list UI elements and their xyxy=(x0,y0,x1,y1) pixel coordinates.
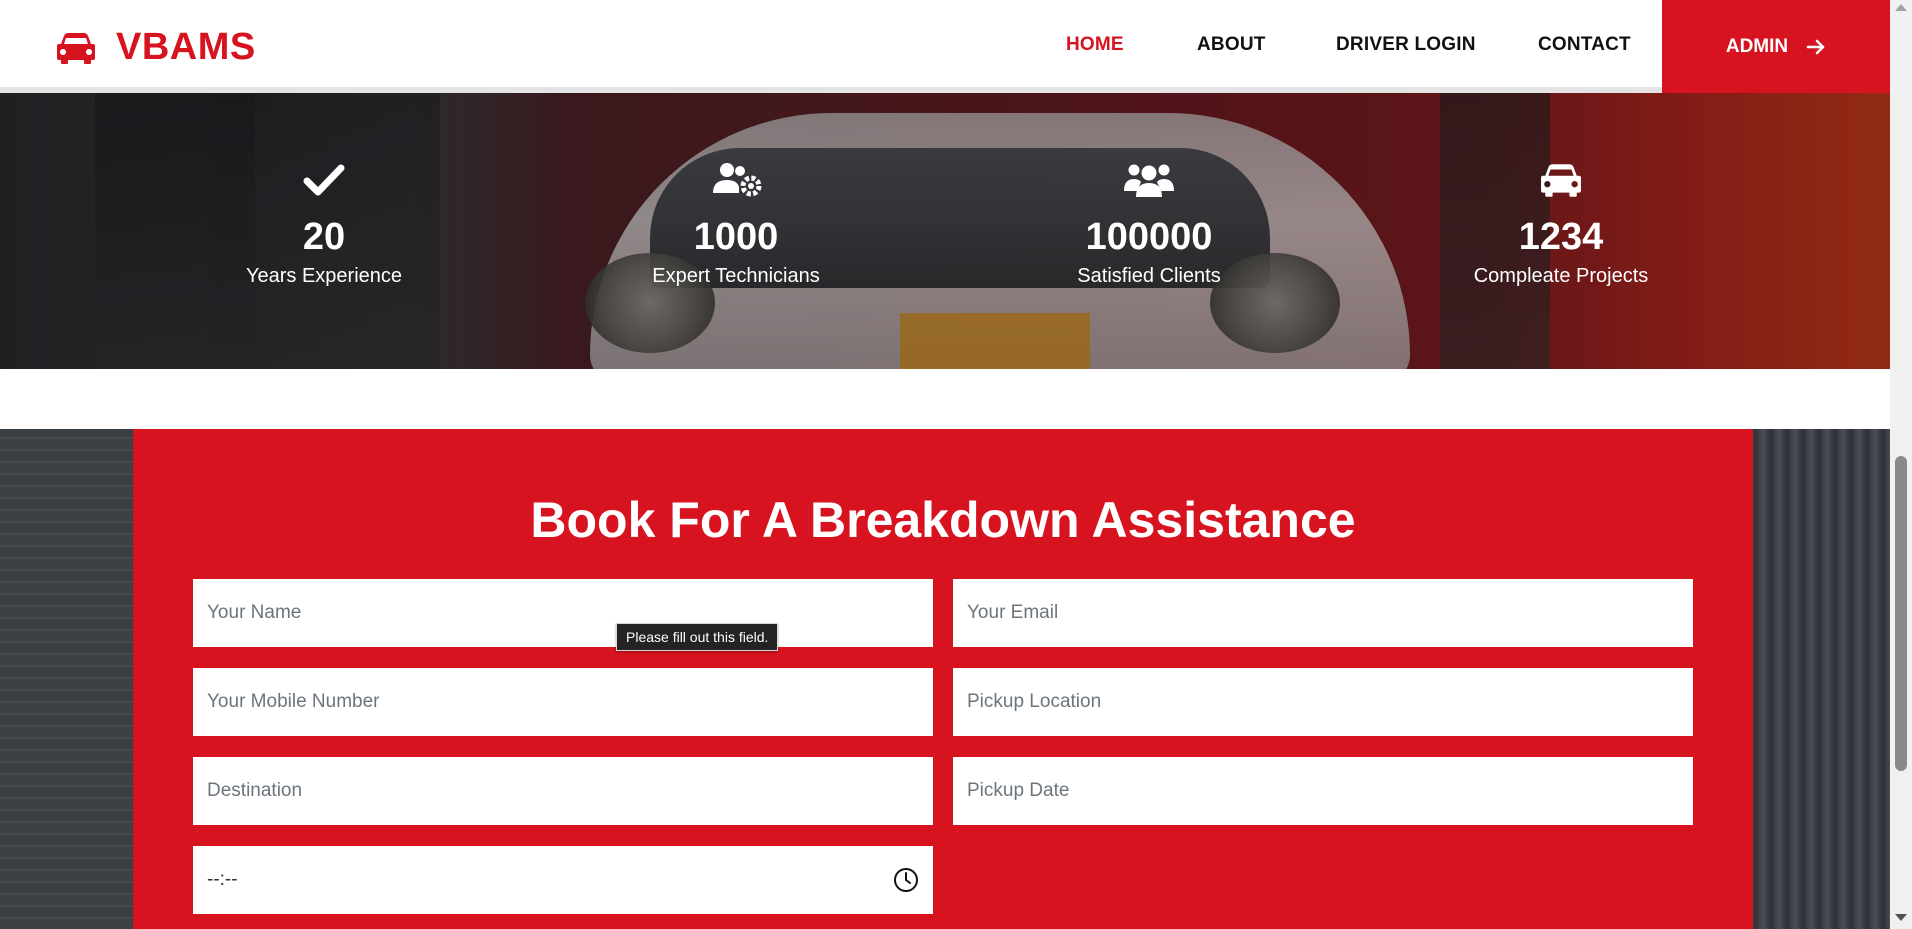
navbar: VBAMS HOME ABOUT DRIVER LOGIN CONTACT AD… xyxy=(0,0,1890,93)
pickup-date-input[interactable] xyxy=(953,757,1693,825)
pickup-location-input[interactable] xyxy=(953,668,1693,736)
scroll-up-arrow-icon[interactable] xyxy=(1895,4,1907,11)
mobile-input[interactable] xyxy=(193,668,933,736)
validation-tooltip: Please fill out this field. xyxy=(616,623,779,651)
admin-label: ADMIN xyxy=(1725,35,1789,57)
stat-number: 20 xyxy=(302,216,346,258)
car-icon xyxy=(1421,160,1701,200)
destination-input[interactable] xyxy=(193,757,933,825)
nav-contact[interactable]: CONTACT xyxy=(1538,34,1631,56)
scrollbar[interactable] xyxy=(1890,0,1912,929)
stat-number: 100000 xyxy=(1085,216,1213,258)
scrollbar-thumb[interactable] xyxy=(1895,456,1907,771)
nav-home[interactable]: HOME xyxy=(1066,34,1124,56)
stat-projects: 1234 Compleate Projects xyxy=(1421,160,1701,288)
email-input[interactable] xyxy=(953,579,1693,647)
pickup-time-input[interactable]: --:-- xyxy=(193,846,933,914)
users-icon xyxy=(1009,160,1289,200)
check-icon xyxy=(184,160,464,200)
stat-label: Compleate Projects xyxy=(1473,265,1649,287)
nav-driver-login[interactable]: DRIVER LOGIN xyxy=(1336,34,1476,56)
arrow-right-icon xyxy=(1806,37,1826,57)
stat-technicians: 1000 Expert Technicians xyxy=(596,160,876,288)
booking-title: Book For A Breakdown Assistance xyxy=(530,492,1356,548)
name-input[interactable] xyxy=(193,579,933,647)
stat-clients: 100000 Satisfied Clients xyxy=(1009,160,1289,288)
stat-label: Expert Technicians xyxy=(652,265,820,287)
scroll-down-arrow-icon[interactable] xyxy=(1895,914,1907,921)
brand-logo[interactable]: VBAMS xyxy=(56,26,256,69)
stat-number: 1234 xyxy=(1518,216,1604,258)
time-value: --:-- xyxy=(207,869,238,890)
nav-about[interactable]: ABOUT xyxy=(1197,34,1266,56)
stat-years: 20 Years Experience xyxy=(184,160,464,288)
brand-name: VBAMS xyxy=(116,26,256,68)
car-icon xyxy=(56,32,96,64)
stat-label: Years Experience xyxy=(245,265,403,287)
clock-icon[interactable] xyxy=(893,867,919,893)
stat-number: 1000 xyxy=(693,216,779,258)
users-gear-icon xyxy=(596,160,876,200)
stat-label: Satisfied Clients xyxy=(1077,265,1221,287)
admin-button[interactable]: ADMIN xyxy=(1662,0,1890,93)
